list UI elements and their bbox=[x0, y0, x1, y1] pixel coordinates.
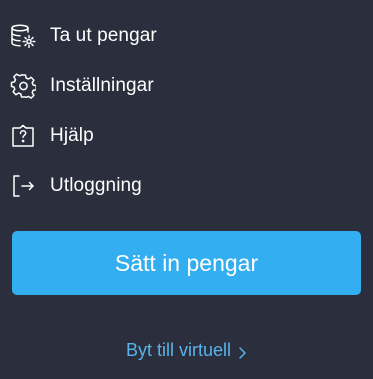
database-gear-icon bbox=[10, 23, 36, 49]
menu-item-withdraw[interactable]: Ta ut pengar bbox=[0, 11, 373, 61]
chevron-right-icon bbox=[237, 344, 247, 359]
logout-icon bbox=[10, 173, 36, 199]
switch-to-virtual-label: Byt till virtuell bbox=[125, 340, 232, 360]
gear-icon bbox=[10, 73, 36, 99]
side-menu: Ta ut pengar Inställningar Hjälp Utloggn… bbox=[0, 11, 373, 211]
menu-item-label: Ta ut pengar bbox=[50, 25, 157, 46]
menu-item-label: Utloggning bbox=[50, 175, 142, 196]
menu-item-settings[interactable]: Inställningar bbox=[0, 61, 373, 111]
switch-to-virtual-link[interactable]: Byt till virtuell bbox=[0, 340, 373, 361]
menu-item-help[interactable]: Hjälp bbox=[0, 111, 373, 161]
menu-item-label: Hjälp bbox=[50, 125, 94, 146]
help-icon bbox=[10, 123, 36, 149]
deposit-button[interactable]: Sätt in pengar bbox=[12, 231, 361, 295]
menu-item-label: Inställningar bbox=[50, 75, 154, 96]
menu-item-logout[interactable]: Utloggning bbox=[0, 161, 373, 211]
